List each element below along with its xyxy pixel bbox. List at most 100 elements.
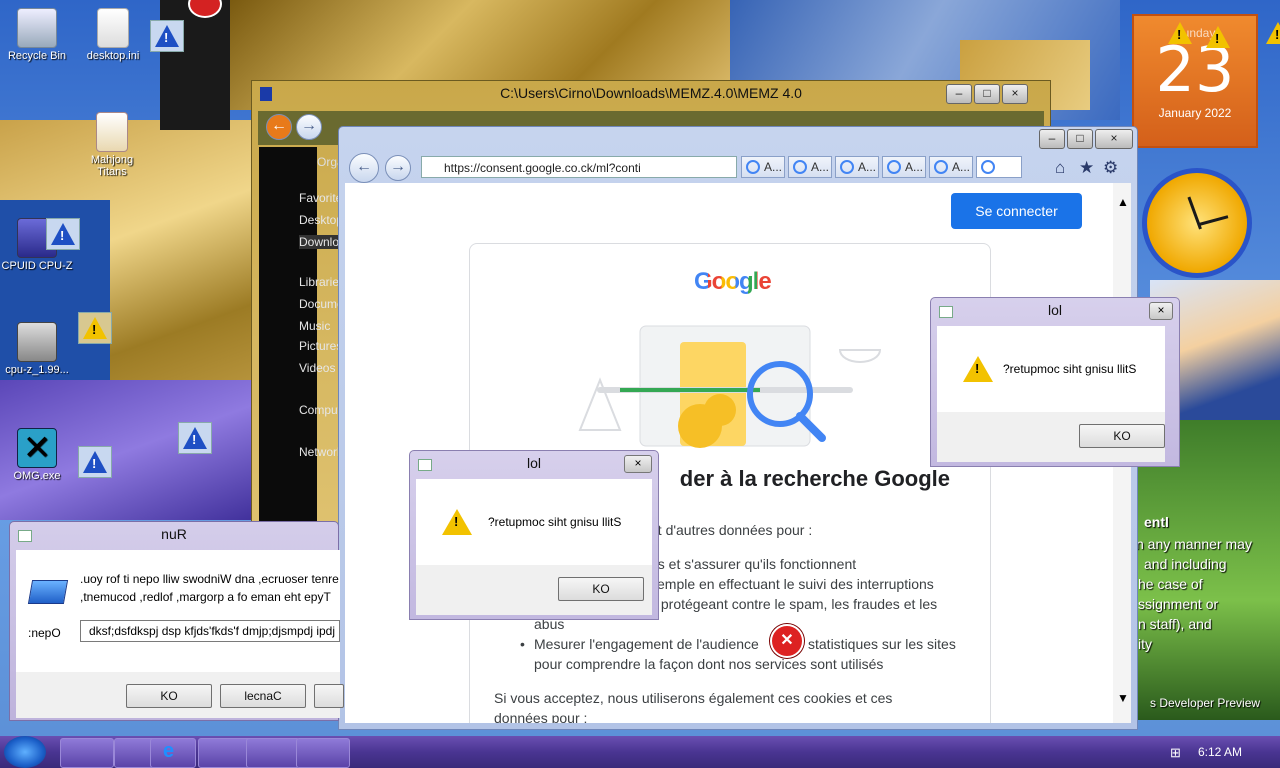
taskbar-app[interactable] [296, 738, 350, 768]
consent-bullet-text: Mesurer l'engagement de l'audience [534, 636, 759, 652]
tab-label: A... [858, 160, 877, 174]
maximize-button[interactable]: □ [1067, 129, 1093, 149]
consent-intro: et d'autres données pour : [650, 522, 813, 538]
desktop-ini-icon[interactable]: desktop.ini [76, 8, 150, 62]
ok-button[interactable]: KO [126, 684, 212, 708]
google-tab-icon [887, 160, 901, 174]
close-button[interactable]: × [624, 455, 652, 473]
close-button[interactable]: × [1149, 302, 1173, 320]
dialog-title: lol [1047, 302, 1062, 318]
active-tab[interactable] [976, 156, 1022, 178]
ok-button[interactable]: KO [1079, 424, 1165, 448]
open-label: :nepO [28, 626, 61, 640]
scroll-up-icon[interactable]: ▲ [1117, 195, 1129, 209]
navigation-pane: Organize Favorites Desktop Downloads Lib… [259, 147, 366, 577]
cancel-button[interactable]: lecnaC [220, 684, 306, 708]
tab[interactable]: A... [835, 156, 879, 178]
omg-exe-icon[interactable]: ✕ OMG.exe [0, 428, 74, 482]
consent-bullet-text: s protégeant contre le spam, les fraudes… [650, 596, 938, 612]
network-icon[interactable]: ⊞ [1170, 745, 1181, 761]
warning-icon [46, 218, 80, 250]
consent-bullet-text: statistiques sur les sites [808, 636, 956, 652]
run-icon [27, 580, 69, 604]
maximize-button[interactable]: □ [974, 84, 1000, 104]
warning-icon [178, 422, 212, 454]
recycle-bin-icon[interactable]: Recycle Bin [0, 8, 74, 62]
warning-icon [78, 446, 112, 478]
tab[interactable]: A... [741, 156, 785, 178]
cpuz-installer-icon[interactable]: cpu-z_1.99... [0, 322, 74, 376]
google-tab-icon [746, 160, 760, 174]
mahjong-titans-icon[interactable]: Mahjong Titans [75, 112, 149, 178]
icon-label: cpu-z_1.99... [5, 364, 69, 376]
taskbar-app[interactable] [198, 738, 252, 768]
consent-outro: Si vous acceptez, nous utiliserons égale… [494, 690, 893, 706]
ok-button[interactable]: KO [558, 577, 644, 601]
warning-icon [1262, 18, 1280, 48]
minimize-button[interactable]: – [946, 84, 972, 104]
signin-button[interactable]: Se connecter [951, 193, 1082, 229]
calendar-day: 23 [1155, 33, 1235, 106]
window-icon [18, 530, 32, 542]
run-dialog-body: .uoy rof ti nepo lliw swodniW dna ,ecruo… [16, 550, 340, 672]
forward-arrow-icon[interactable]: → [385, 155, 411, 181]
taskbar-explorer[interactable] [60, 738, 114, 768]
taskbar-ie[interactable]: e [150, 738, 196, 768]
error-icon: ✕ [770, 624, 804, 658]
start-button[interactable] [4, 736, 46, 768]
icon-label: Mahjong Titans [90, 154, 134, 178]
alert-dialog[interactable]: lol × ?retupmoc siht gnisu llitS KO [409, 450, 659, 620]
warning-icon [78, 312, 112, 344]
calendar-month: January 2022 [1158, 106, 1232, 120]
background-text: s Developer Preview [1150, 696, 1261, 710]
dialog-footer: KO [416, 565, 652, 615]
home-icon[interactable]: ⌂ [1055, 158, 1065, 178]
dialog-message: ?retupmoc siht gnisu llitS [488, 515, 622, 529]
run-description: ,tnemucod ,redlof ,margorp a fo eman eht… [80, 590, 331, 604]
background-text: n any manner may [1136, 536, 1252, 552]
close-button[interactable]: × [1095, 129, 1133, 149]
google-tab-icon [840, 160, 854, 174]
address-bar[interactable]: https://consent.google.co.ck/ml?conti [421, 156, 737, 178]
alert-dialog[interactable]: lol × ?retupmoc siht gnisu llitS KO [930, 297, 1180, 467]
dialog-title: lol [526, 455, 541, 471]
settings-gear-icon[interactable]: ⚙ [1103, 158, 1118, 178]
close-button[interactable]: × [1002, 84, 1028, 104]
background-text: entl [1144, 514, 1169, 530]
warning-icon [963, 356, 993, 382]
google-tab-icon [934, 160, 948, 174]
dialog-title: nuR [161, 526, 187, 542]
bullet-dot: • [520, 636, 525, 652]
taskbar: e ⊞ 6:12 AM [0, 736, 1280, 768]
tab[interactable]: A... [882, 156, 926, 178]
clock-time[interactable]: 6:12 AM [1198, 745, 1242, 759]
tab[interactable]: A... [788, 156, 832, 178]
open-input[interactable]: dksf;dsfdkspj dsp kfjds'fkds'f dmjp;djsm… [80, 620, 340, 642]
window-title: C:\Users\Cirno\Downloads\MEMZ.4.0\MEMZ 4… [500, 85, 802, 101]
icon-label: desktop.ini [86, 50, 140, 62]
consent-bullet-text: pour comprendre la façon dont nos servic… [534, 656, 884, 672]
background-text: n staff), and [1138, 616, 1212, 632]
google-logo: Google [694, 268, 772, 295]
browse-button[interactable] [314, 684, 344, 708]
dialog-footer: KO [937, 412, 1165, 462]
tab[interactable]: A... [929, 156, 973, 178]
warning-icon [1202, 22, 1234, 52]
favorites-star-icon[interactable]: ★ [1079, 158, 1094, 178]
clock-gadget[interactable] [1142, 168, 1252, 278]
dialog-message: ?retupmoc siht gnisu llitS [1003, 362, 1137, 376]
tab-label: A... [905, 160, 924, 174]
tab-label: A... [952, 160, 971, 174]
browser-toolbar: ← → https://consent.google.co.ck/ml?cont… [345, 153, 1133, 183]
run-dialog[interactable]: nuR .uoy rof ti nepo lliw swodniW dna ,e… [9, 521, 344, 721]
minimize-button[interactable]: – [1039, 129, 1065, 149]
scroll-down-icon[interactable]: ▼ [1117, 691, 1129, 705]
taskbar-app[interactable] [246, 738, 300, 768]
back-arrow-icon[interactable]: ← [266, 114, 292, 140]
cookie-illustration [578, 325, 882, 448]
file-icon [97, 8, 129, 48]
forward-arrow-icon[interactable]: → [296, 114, 322, 140]
back-arrow-icon[interactable]: ← [349, 153, 379, 183]
icon-label: Recycle Bin [7, 50, 67, 62]
warning-icon [150, 20, 184, 52]
